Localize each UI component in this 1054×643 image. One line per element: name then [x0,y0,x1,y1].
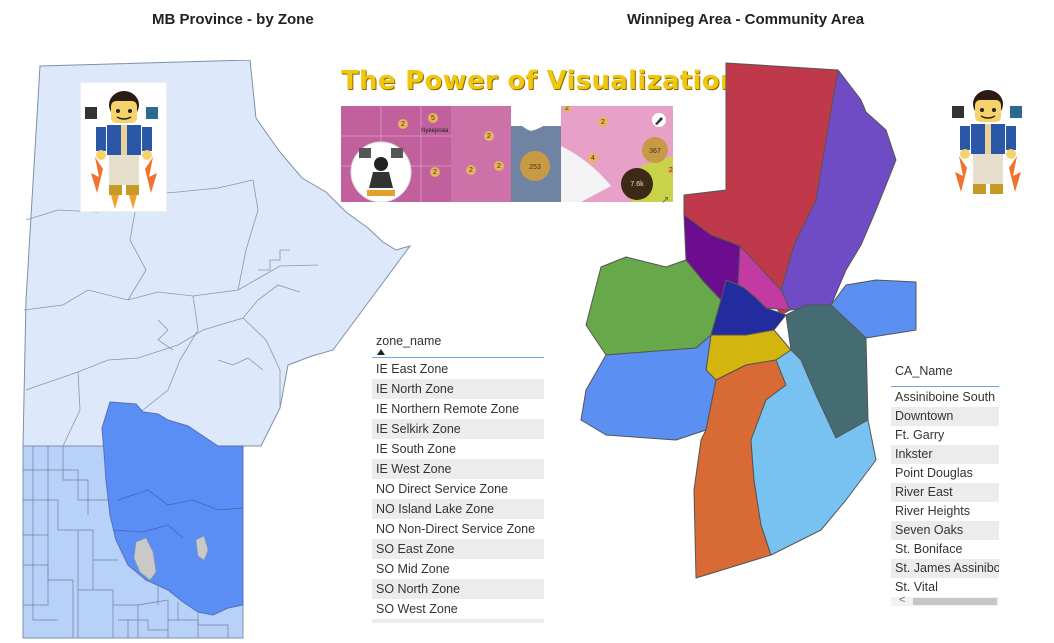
table-row[interactable]: Downtown [891,407,999,426]
table-row[interactable]: River Heights [891,502,999,521]
table-row[interactable]: NO Non-Direct Service Zone [372,519,544,539]
scrollbar-thumb[interactable] [913,598,997,605]
zone-table-header-label: zone_name [376,334,442,348]
table-row[interactable]: IE East Zone [372,359,544,379]
lego-figure-image-right [948,82,1026,210]
table-row[interactable]: IE Northern Remote Zone [372,399,544,419]
bubble-label: 2 [401,121,405,128]
table-row[interactable]: IE South Zone [372,439,544,459]
table-row[interactable]: River East [891,483,999,502]
bubble-label: 2 [497,163,501,170]
table-row[interactable]: NO Island Lake Zone [372,499,544,519]
zone-table-header[interactable]: zone_name [372,333,544,358]
table-row[interactable]: SO North Zone [372,579,544,599]
bubble-label: 2 [433,169,437,176]
table-row[interactable]: IE Selkirk Zone [372,419,544,439]
table-row[interactable]: Seven Oaks [891,521,999,540]
mini-avatar-right-1 [952,106,964,118]
sort-ascending-icon[interactable] [377,349,385,355]
table-row[interactable]: Assiniboine South [891,388,999,407]
ca-table-header-label: CA_Name [895,364,953,378]
zone-name-table: zone_name IE East Zone IE North Zone IE … [372,333,544,623]
table-row[interactable]: SO East Zone [372,539,544,559]
table-row[interactable]: SO Mid Zone [372,559,544,579]
banner-map-place-label: Nyeepoaa [421,128,449,134]
table-row[interactable]: St. Boniface [891,540,999,559]
ca-table-header[interactable]: CA_Name [891,360,999,387]
bubble-label: 2 [565,106,569,112]
mini-avatar-right-2 [1010,106,1022,118]
lego-figure-image-left [80,82,167,212]
bubble-label: 5 [431,115,435,122]
table-row[interactable]: St. James Assiniboia [891,559,999,578]
table-row[interactable]: IE North Zone [372,379,544,399]
scroll-left-icon[interactable]: < [899,594,905,606]
ca-name-table: CA_Name Assiniboine South Downtown Ft. G… [891,360,999,607]
mini-avatar-left-2 [146,107,158,119]
right-map-title: Winnipeg Area - Community Area [627,11,865,28]
horizontal-scrollbar[interactable]: < [891,594,999,606]
bubble-label: 253 [529,164,541,171]
table-row[interactable]: IE West Zone [372,459,544,479]
table-row[interactable]: Ft. Garry [891,426,999,445]
table-row[interactable]: Point Douglas [891,464,999,483]
left-map-title: MB Province - by Zone [152,11,314,28]
bubble-label: 2 [469,167,473,174]
mini-avatar-left-1 [85,107,97,119]
table-row[interactable]: Inkster [891,445,999,464]
table-row-partial [372,619,544,623]
table-row[interactable]: NO Direct Service Zone [372,479,544,499]
table-row[interactable]: St. Vital [891,578,999,597]
table-row[interactable]: SO West Zone [372,599,544,619]
bubble-label: 2 [487,133,491,140]
